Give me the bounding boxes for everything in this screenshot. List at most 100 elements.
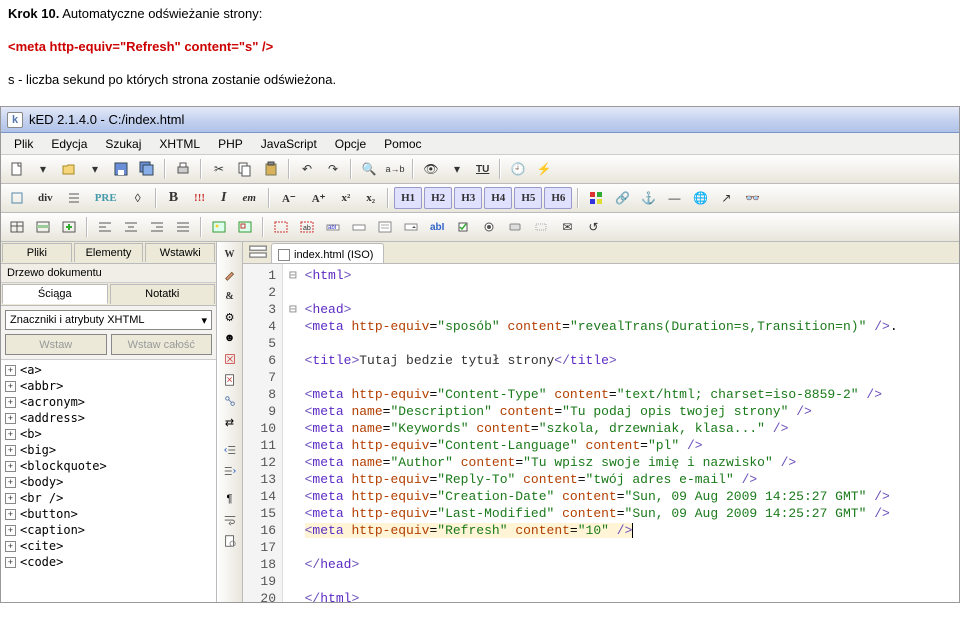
- subscript-button[interactable]: x₂: [359, 187, 382, 209]
- eye-dropdown-button[interactable]: ▾: [445, 158, 469, 180]
- textarea-button[interactable]: [373, 216, 397, 238]
- table-insert-button[interactable]: [57, 216, 81, 238]
- search-button[interactable]: 🔍: [357, 158, 381, 180]
- search-ab-button[interactable]: a→b: [383, 158, 407, 180]
- print-button[interactable]: [171, 158, 195, 180]
- v-smiley-button[interactable]: ☻: [219, 328, 241, 348]
- code-lines[interactable]: ⊟ <html> ⊟ <head> <meta http-equiv="spos…: [283, 264, 959, 602]
- bold-button[interactable]: B: [162, 187, 185, 209]
- v-doc-x-button[interactable]: [219, 370, 241, 390]
- font-larger-button[interactable]: A⁺: [305, 187, 333, 209]
- expand-icon[interactable]: +: [5, 493, 16, 504]
- insert-all-button[interactable]: Wstaw całość: [111, 334, 213, 355]
- tree-item[interactable]: +<br />: [3, 490, 214, 506]
- expand-icon[interactable]: +: [5, 397, 16, 408]
- v-wrap-button[interactable]: [219, 510, 241, 530]
- input-text-button[interactable]: abI: [321, 216, 345, 238]
- expand-icon[interactable]: +: [5, 477, 16, 488]
- form-label-button[interactable]: ab: [295, 216, 319, 238]
- h1-button[interactable]: H1: [394, 187, 422, 209]
- eye-button[interactable]: 👁: [419, 158, 443, 180]
- table-row-button[interactable]: [31, 216, 55, 238]
- align-left-button[interactable]: [93, 216, 117, 238]
- menu-search[interactable]: Szukaj: [96, 135, 150, 153]
- font-smaller-button[interactable]: A⁻: [275, 187, 303, 209]
- save-button[interactable]: [109, 158, 133, 180]
- h3-button[interactable]: H3: [454, 187, 482, 209]
- expand-icon[interactable]: +: [5, 413, 16, 424]
- redo-button[interactable]: ↷: [321, 158, 345, 180]
- globe-button[interactable]: 🌐: [688, 187, 712, 209]
- expand-icon[interactable]: +: [5, 445, 16, 456]
- tree-item[interactable]: +<a>: [3, 362, 214, 378]
- new-file-button[interactable]: [5, 158, 29, 180]
- hidden-button[interactable]: [529, 216, 553, 238]
- menu-edit[interactable]: Edycja: [42, 135, 96, 153]
- list-button[interactable]: [62, 187, 86, 209]
- anchor-button[interactable]: ⚓: [636, 187, 660, 209]
- tree-item[interactable]: +<abbr>: [3, 378, 214, 394]
- menu-javascript[interactable]: JavaScript: [252, 135, 326, 153]
- expand-icon[interactable]: +: [5, 461, 16, 472]
- glasses-button[interactable]: 👓: [740, 187, 764, 209]
- v-indent-left-button[interactable]: [219, 440, 241, 460]
- tree-item[interactable]: +<b>: [3, 426, 214, 442]
- h5-button[interactable]: H5: [514, 187, 542, 209]
- image-map-button[interactable]: [233, 216, 257, 238]
- h4-button[interactable]: H4: [484, 187, 512, 209]
- tree-item[interactable]: +<caption>: [3, 522, 214, 538]
- link-button[interactable]: 🔗: [610, 187, 634, 209]
- expand-icon[interactable]: +: [5, 525, 16, 536]
- copy-button[interactable]: [233, 158, 257, 180]
- cut-button[interactable]: ✂: [207, 158, 231, 180]
- tu-button[interactable]: TU: [471, 158, 494, 180]
- titlebar[interactable]: k kED 2.1.4.0 - C:/index.html: [1, 107, 959, 133]
- italic-button[interactable]: I: [214, 187, 233, 209]
- div-button[interactable]: div: [31, 187, 60, 209]
- table-button[interactable]: [5, 216, 29, 238]
- expand-icon[interactable]: +: [5, 381, 16, 392]
- expand-icon[interactable]: +: [5, 429, 16, 440]
- menu-xhtml[interactable]: XHTML: [150, 135, 209, 153]
- tree-item[interactable]: +<address>: [3, 410, 214, 426]
- v-diagram-button[interactable]: [219, 391, 241, 411]
- tree-item[interactable]: +<big>: [3, 442, 214, 458]
- undo-button[interactable]: ↶: [295, 158, 319, 180]
- pre-button[interactable]: PRE: [88, 187, 124, 209]
- diamond-button[interactable]: ◊: [126, 187, 150, 209]
- v-w-button[interactable]: W: [219, 244, 241, 264]
- code-editor[interactable]: 1234567891011121314151617181920 ⊟ <html>…: [243, 264, 959, 602]
- radio-button[interactable]: [477, 216, 501, 238]
- em-button[interactable]: em: [235, 187, 262, 209]
- v-x-button[interactable]: [219, 349, 241, 369]
- tree-item[interactable]: +<acronym>: [3, 394, 214, 410]
- v-indent-right-button[interactable]: [219, 461, 241, 481]
- tags-dropdown[interactable]: Znaczniki i atrybuty XHTML ▾: [5, 310, 212, 330]
- open-button[interactable]: [57, 158, 81, 180]
- new-dropdown-button[interactable]: ▾: [31, 158, 55, 180]
- input-field-button[interactable]: [347, 216, 371, 238]
- align-center-button[interactable]: [119, 216, 143, 238]
- tree-item[interactable]: +<body>: [3, 474, 214, 490]
- tree-item[interactable]: +<blockquote>: [3, 458, 214, 474]
- v-docgear-button[interactable]: [219, 531, 241, 551]
- checkbox-button[interactable]: [451, 216, 475, 238]
- tab-list-button[interactable]: [247, 243, 269, 263]
- superscript-button[interactable]: x²: [334, 187, 357, 209]
- menu-options[interactable]: Opcje: [326, 135, 375, 153]
- align-justify-button[interactable]: [171, 216, 195, 238]
- hr-button[interactable]: —: [662, 187, 686, 209]
- tab-cheatsheet[interactable]: Ściąga: [2, 284, 108, 304]
- file-tab[interactable]: index.html (ISO): [271, 243, 384, 263]
- tags-tree[interactable]: +<a>+<abbr>+<acronym>+<address>+<b>+<big…: [1, 360, 216, 602]
- reset-button[interactable]: ↺: [581, 216, 605, 238]
- open-dropdown-button[interactable]: ▾: [83, 158, 107, 180]
- expand-icon[interactable]: +: [5, 365, 16, 376]
- lightning-button[interactable]: ⚡: [532, 158, 556, 180]
- strong-button[interactable]: !!!: [187, 187, 212, 209]
- expand-icon[interactable]: +: [5, 557, 16, 568]
- tab-elements[interactable]: Elementy: [74, 243, 144, 262]
- tab-snippets[interactable]: Wstawki: [145, 243, 215, 262]
- button-button[interactable]: [503, 216, 527, 238]
- v-arrows-button[interactable]: ⇄: [219, 412, 241, 432]
